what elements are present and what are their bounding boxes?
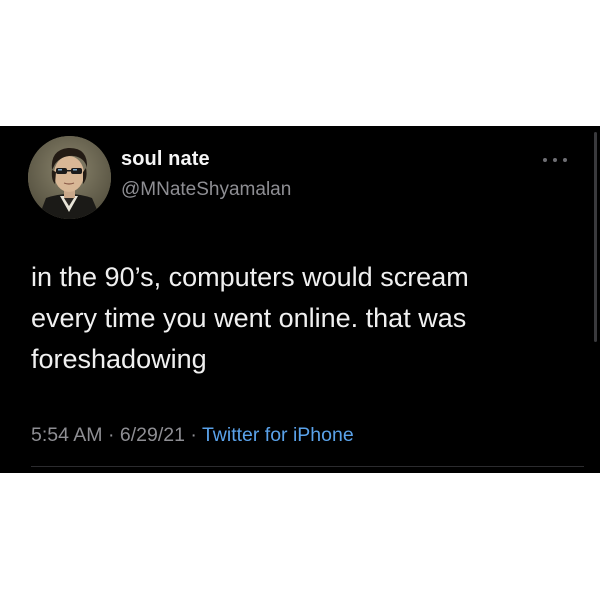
tweet-date[interactable]: 6/29/21	[120, 424, 185, 446]
more-dot	[543, 158, 547, 162]
meta-separator: ·	[107, 424, 115, 446]
profile-picture-icon	[28, 136, 111, 219]
screenshot-canvas: soul nate @MNateShyamalan in the 90’s, c…	[0, 0, 600, 600]
tweet-text-line: foreshadowing	[31, 344, 207, 374]
more-dot	[563, 158, 567, 162]
display-name[interactable]: soul nate	[121, 148, 210, 171]
tweet-text-line: in the 90’s, computers would scream	[31, 262, 469, 292]
tweet-source-link[interactable]: Twitter for iPhone	[202, 424, 354, 446]
tweet-card: soul nate @MNateShyamalan in the 90’s, c…	[0, 126, 600, 473]
tweet-time[interactable]: 5:54 AM	[31, 424, 103, 446]
tweet-text: in the 90’s, computers would scream ever…	[31, 257, 576, 380]
tweet-text-line: every time you went online. that was	[31, 303, 467, 333]
scrollbar[interactable]	[594, 132, 597, 342]
more-dot	[553, 158, 557, 162]
tweet-meta: 5:54 AM · 6/29/21 · Twitter for iPhone	[31, 424, 354, 447]
meta-separator: ·	[190, 424, 197, 446]
more-options-icon[interactable]	[543, 154, 567, 166]
avatar[interactable]	[28, 136, 111, 219]
user-handle[interactable]: @MNateShyamalan	[121, 179, 291, 201]
divider	[31, 466, 584, 467]
